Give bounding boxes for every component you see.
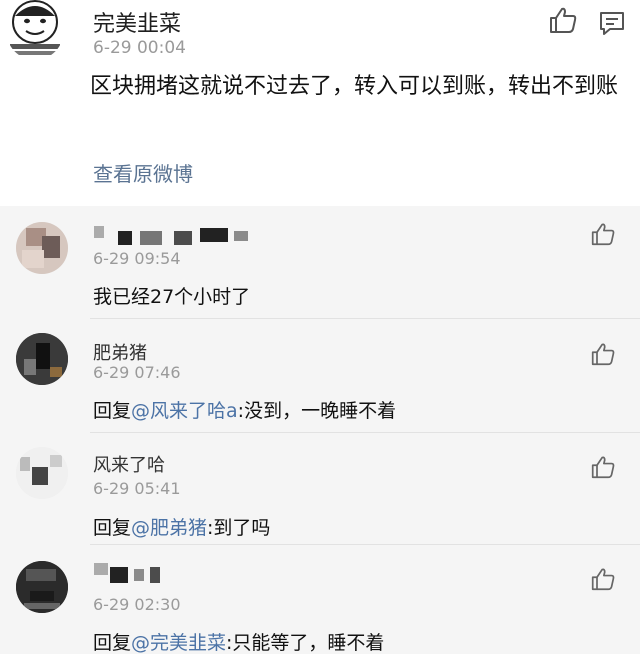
thumbs-up-icon	[591, 223, 615, 246]
commenter-name[interactable]: 风来了哈	[93, 451, 165, 477]
like-button[interactable]	[590, 342, 616, 370]
comment-item: 风来了哈 6-29 05:41 回复@肥弟猪:到了吗	[0, 433, 640, 544]
pixelated-avatar-icon	[16, 447, 68, 499]
thumbs-up-icon	[550, 7, 577, 33]
reply-body: :没到，一晚睡不着	[237, 400, 397, 422]
like-button[interactable]	[590, 222, 616, 250]
comment-reply-text: 回复@肥弟猪:到了吗	[93, 513, 270, 540]
avatar[interactable]	[16, 333, 68, 385]
reply-prefix: 回复	[93, 400, 132, 422]
pixelated-avatar-icon	[16, 561, 68, 613]
post-body-text: 区块拥堵这就说不过去了，转入可以到账，转出不到账	[90, 74, 619, 99]
thumbs-up-icon	[591, 343, 615, 366]
avatar[interactable]	[6, 0, 64, 60]
comment-timestamp: 6-29 09:54	[93, 249, 181, 268]
avatar[interactable]	[16, 561, 68, 613]
comment-item: 6-29 09:54 我已经27个小时了	[0, 206, 640, 318]
like-button[interactable]	[590, 455, 616, 483]
like-button[interactable]	[548, 6, 578, 38]
comment-button[interactable]	[598, 10, 626, 40]
comment-text: 我已经27个小时了	[93, 286, 251, 308]
thumbs-up-icon	[591, 456, 615, 479]
post-author-name[interactable]: 完美韭菜	[93, 6, 181, 38]
comment-item: 6-29 02:30 回复@完美韭菜:只能等了，睡不着	[0, 545, 640, 654]
comment-reply-text: 回复@完美韭菜:只能等了，睡不着	[93, 628, 384, 655]
pixelated-avatar-icon	[16, 222, 68, 274]
commenter-name[interactable]: 肥弟猪	[93, 339, 147, 365]
mention-link[interactable]: @肥弟猪	[131, 517, 207, 539]
avatar[interactable]	[16, 447, 68, 499]
like-button[interactable]	[590, 567, 616, 595]
comment-timestamp: 6-29 05:41	[93, 479, 181, 498]
comment-timestamp: 6-29 07:46	[93, 363, 181, 382]
reply-prefix: 回复	[93, 632, 132, 654]
comment-reply-text: 回复@风来了哈a:没到，一晚睡不着	[93, 396, 396, 423]
meme-face-icon	[10, 0, 60, 55]
comment-timestamp: 6-29 02:30	[93, 595, 181, 614]
reply-body: :到了吗	[207, 517, 271, 539]
post-timestamp: 6-29 00:04	[93, 38, 186, 58]
mention-link[interactable]: @完美韭菜	[131, 632, 226, 654]
reply-prefix: 回复	[93, 517, 132, 539]
comment-list: 6-29 09:54 我已经27个小时了 肥弟猪 6-29 07:46 回复@风…	[0, 206, 640, 654]
thumbs-up-icon	[591, 568, 615, 591]
mention-link[interactable]: @风来了哈a	[131, 400, 238, 422]
avatar[interactable]	[16, 222, 68, 274]
comment-icon	[600, 12, 624, 35]
reply-body: :只能等了，睡不着	[226, 632, 385, 654]
view-original-link[interactable]: 查看原微博	[93, 158, 193, 187]
pixelated-avatar-icon	[16, 333, 68, 385]
original-post: 完美韭菜 6-29 00:04 区块拥堵这就说不过去了，转入可以到账，转出不到账…	[0, 0, 640, 206]
comment-item: 肥弟猪 6-29 07:46 回复@风来了哈a:没到，一晚睡不着	[0, 319, 640, 432]
